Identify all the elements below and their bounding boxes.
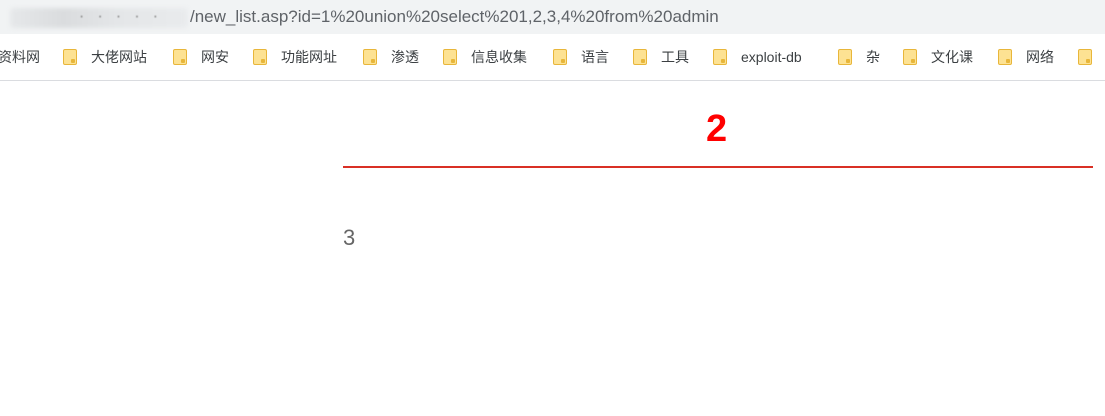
bookmark-folder[interactable]: 工具 [633,46,689,68]
bookmark-label: 文化课 [931,49,973,65]
folder-icon [63,49,77,65]
bookmark-folder[interactable]: 渗透 [363,46,419,68]
bookmark-folder[interactable]: 功能网址 [253,46,337,68]
page-body-text: 3 [343,225,356,250]
bookmark-folder[interactable]: 网络 [998,46,1054,68]
bookmark-folder[interactable]: 资料网 [0,46,40,68]
folder-icon [1078,49,1092,65]
bookmark-label: 杂 [866,49,880,65]
address-bar[interactable]: · · · · · /new_list.asp?id=1%20union%20s… [0,0,1105,34]
folder-icon [173,49,187,65]
bookmark-label: 网安 [201,49,229,65]
bookmark-label: 信息收集 [471,49,527,65]
bookmark-label: 语言 [581,49,609,65]
bookmark-folder[interactable]: 文化课 [903,46,973,68]
bookmark-folder[interactable]: 网安 [173,46,229,68]
bookmark-folder-overflow[interactable] [1078,46,1105,68]
folder-icon [363,49,377,65]
folder-icon [838,49,852,65]
folder-icon [633,49,647,65]
obscured-host-text: · · · · · [78,10,162,24]
bookmark-label: 工具 [661,49,689,65]
bookmark-folder[interactable]: 信息收集 [443,46,527,68]
folder-icon [998,49,1012,65]
bookmark-label: 功能网址 [281,49,337,65]
bookmark-folder[interactable]: exploit-db [713,46,802,68]
folder-icon [253,49,267,65]
bookmark-folder[interactable]: 杂 [838,46,880,68]
folder-icon [903,49,917,65]
heading-divider [343,166,1093,168]
bookmark-folder[interactable]: 大佬网站 [63,46,147,68]
url-text[interactable]: /new_list.asp?id=1%20union%20select%201,… [190,7,719,27]
bookmark-label: 资料网 [0,49,40,65]
bookmark-label: exploit-db [741,49,802,65]
bookmark-label: 网络 [1026,49,1054,65]
bookmark-label: 渗透 [391,49,419,65]
folder-icon [713,49,727,65]
bookmark-folder[interactable]: 语言 [553,46,609,68]
bookmarks-bar: 资料网 大佬网站 网安 功能网址 渗透 信息收集 语言 工具 exploit-d… [0,34,1105,81]
page-heading: 2 [706,108,728,150]
folder-icon [553,49,567,65]
bookmark-label: 大佬网站 [91,49,147,65]
folder-icon [443,49,457,65]
